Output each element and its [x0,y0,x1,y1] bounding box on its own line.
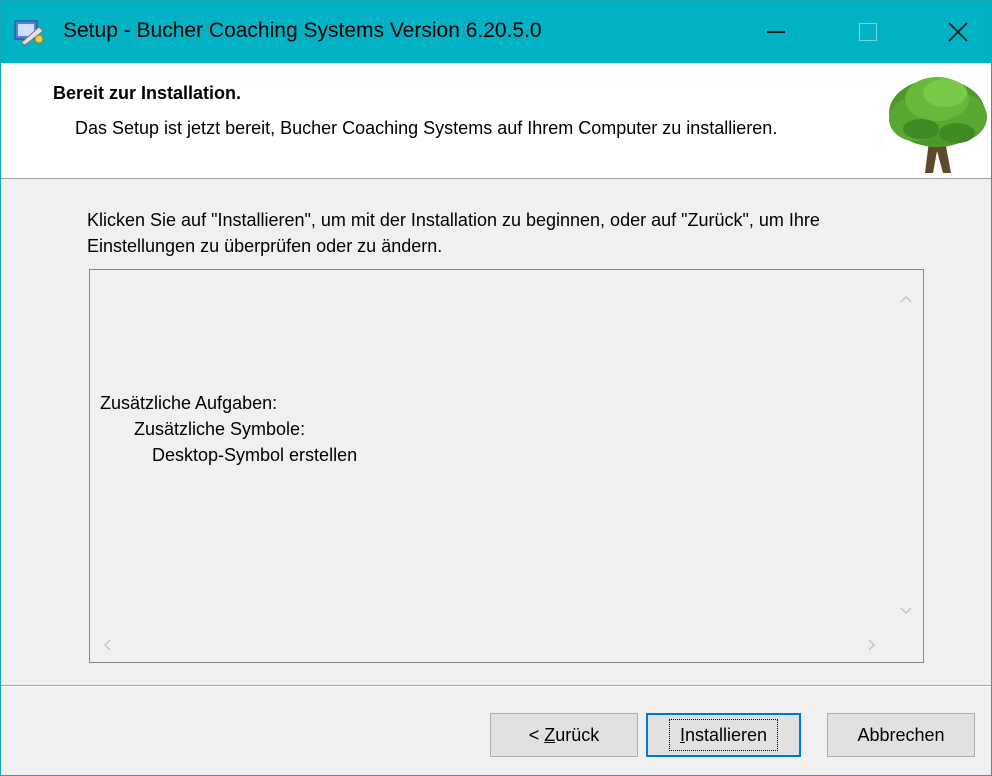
memo-line-desktop-icon: Desktop-Symbol erstellen [152,445,358,465]
back-button-prefix: < [528,724,545,745]
page-description: Das Setup ist jetzt bereit, Bucher Coach… [75,118,778,138]
intro-text: Klicken Sie auf "Installieren", um mit d… [87,210,820,256]
memo-line-symbols: Zusätzliche Symbole: [134,419,306,439]
close-button[interactable] [927,1,989,63]
back-button-accel: Z [544,724,556,745]
vertical-scrollbar[interactable] [889,270,923,628]
scroll-corner [889,628,923,662]
memo-line-tasks: Zusätzliche Aufgaben: [100,393,278,413]
install-button-focus: Installieren [668,719,779,751]
maximize-icon [859,23,877,41]
footer-divider [1,685,991,687]
minimize-icon [767,31,785,33]
close-icon [948,22,968,42]
install-button[interactable]: Installieren [646,713,801,757]
ready-memo-box[interactable]: Zusätzliche Aufgaben: Zusätzliche Symbol… [89,269,924,663]
horizontal-scrollbar[interactable] [90,628,889,662]
scroll-up-icon[interactable] [889,282,923,316]
page-title: Bereit zur Installation. [53,83,242,103]
setup-window: Setup - Bucher Coaching Systems Version … [0,0,992,776]
maximize-button [837,1,899,63]
back-button-label: urück [555,724,600,745]
wizard-header: Bereit zur Installation. Das Setup ist j… [1,63,991,179]
window-title: Setup - Bucher Coaching Systems Version … [63,19,542,42]
title-bar[interactable]: Setup - Bucher Coaching Systems Version … [1,1,991,63]
memo-content: Zusätzliche Aufgaben: Zusätzliche Symbol… [100,390,357,468]
install-button-label: nstallieren [684,725,768,745]
back-button[interactable]: < Zurück [490,713,638,757]
setup-app-icon [14,20,44,46]
scroll-down-icon[interactable] [889,594,923,628]
minimize-button[interactable] [745,1,807,63]
scroll-right-icon[interactable] [855,628,889,662]
cancel-button[interactable]: Abbrechen [827,713,975,757]
tree-logo-icon [889,77,987,173]
scroll-left-icon[interactable] [90,628,124,662]
